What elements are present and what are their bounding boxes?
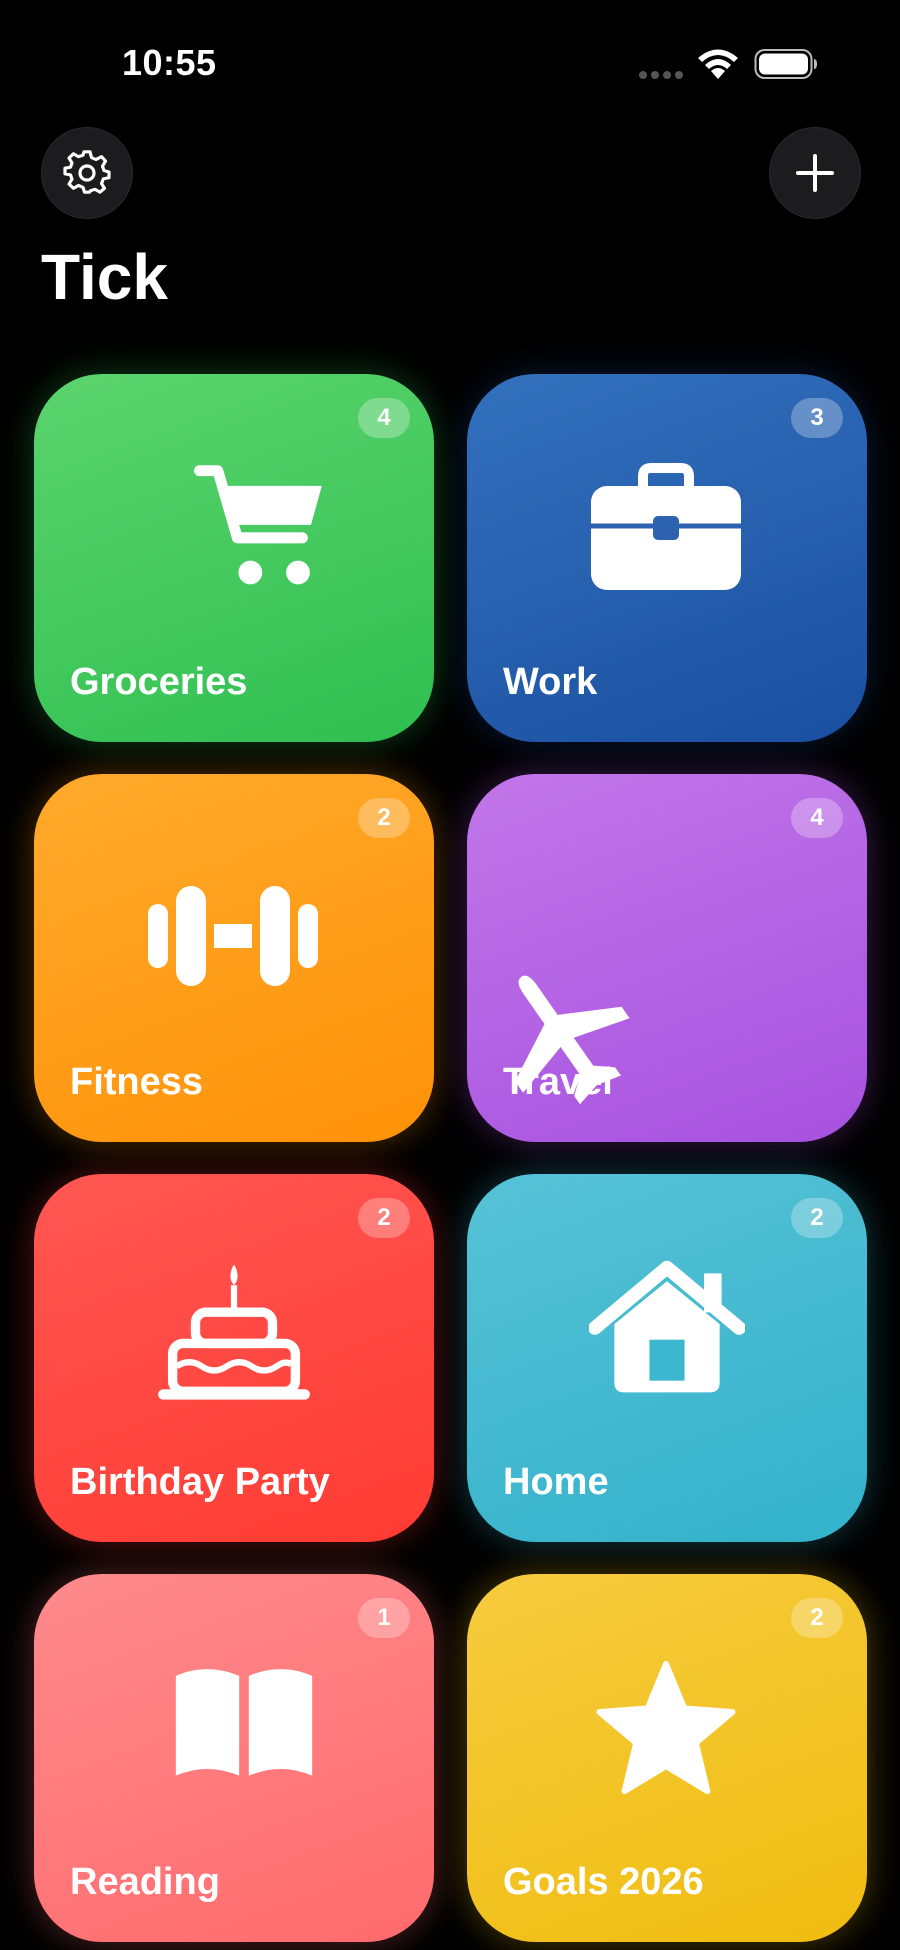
wifi-icon [698, 49, 738, 79]
list-label: Birthday Party [70, 1461, 330, 1503]
battery-icon [754, 49, 817, 79]
cake-icon [158, 1264, 310, 1400]
list-label: Fitness [70, 1061, 204, 1103]
list-tile-groceries[interactable]: 4 Groceries [34, 374, 434, 742]
gear-icon [63, 150, 111, 194]
house-icon [589, 1260, 745, 1393]
list-tile-fitness[interactable]: 2 Fitness [34, 774, 434, 1142]
status-bar: 10:55 [0, 0, 900, 120]
airplane-icon [515, 975, 630, 1105]
plus-icon [796, 154, 834, 192]
list-label: Reading [70, 1861, 220, 1903]
star-icon [596, 1660, 736, 1795]
book-icon [175, 1669, 313, 1776]
dumbbell-icon [148, 886, 318, 986]
count-badge: 2 [358, 798, 410, 838]
settings-button[interactable] [41, 127, 133, 219]
briefcase-icon [591, 463, 741, 590]
list-label: Home [503, 1461, 609, 1503]
signal-icon [639, 71, 683, 79]
count-badge: 2 [791, 1198, 843, 1238]
list-tile-work[interactable]: 3 Work [467, 374, 867, 742]
cart-icon [194, 465, 322, 585]
count-badge: 2 [791, 1598, 843, 1638]
count-badge: 4 [791, 798, 843, 838]
page-title: Tick [41, 241, 168, 313]
count-badge: 1 [358, 1598, 410, 1638]
count-badge: 3 [791, 398, 843, 438]
list-tile-home[interactable]: 2 Home [467, 1174, 867, 1542]
list-label: Goals 2026 [503, 1861, 704, 1903]
list-tile-travel[interactable]: 4 Travel [467, 774, 867, 1142]
list-label: Work [503, 661, 598, 703]
count-badge: 4 [358, 398, 410, 438]
status-time: 10:55 [122, 42, 217, 83]
list-tile-reading[interactable]: 1 Reading [34, 1574, 434, 1942]
list-label: Groceries [70, 661, 248, 703]
add-list-button[interactable] [769, 127, 861, 219]
list-tile-birthday-party[interactable]: 2 Birthday Party [34, 1174, 434, 1542]
count-badge: 2 [358, 1198, 410, 1238]
list-tile-goals-2026[interactable]: 2 Goals 2026 [467, 1574, 867, 1942]
